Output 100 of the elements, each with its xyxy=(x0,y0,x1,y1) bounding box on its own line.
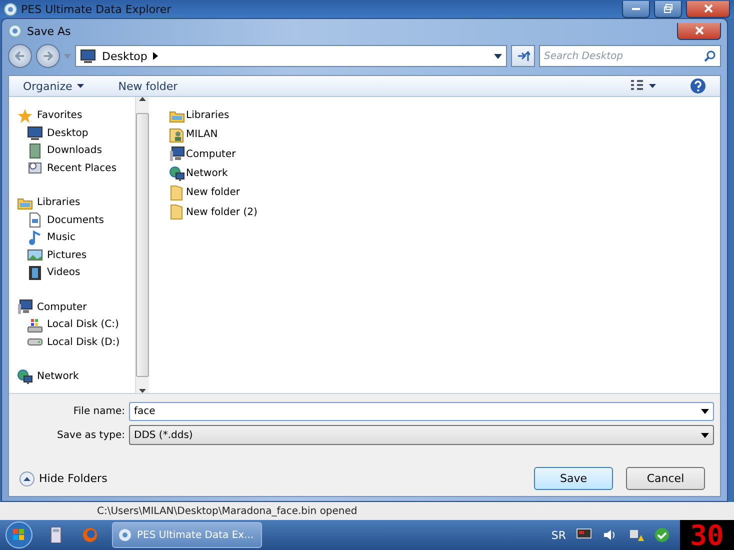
minimize-button[interactable] xyxy=(622,0,650,18)
dialog-title: Save As xyxy=(27,24,72,38)
close-icon xyxy=(704,4,712,13)
network-globe-icon xyxy=(169,166,185,182)
refresh-button[interactable] xyxy=(511,45,535,67)
chevron-right-icon xyxy=(153,52,158,60)
nav-label: Music xyxy=(47,232,76,244)
nav-label: Desktop xyxy=(47,128,88,139)
app-icon xyxy=(4,2,17,16)
nav-item[interactable]: Local Disk (C:) xyxy=(17,316,135,334)
file-name-field[interactable]: face xyxy=(129,402,714,421)
field-label: Save as type: xyxy=(56,430,125,440)
nav-label: Favorites xyxy=(37,110,82,122)
search-field[interactable]: Search Desktop xyxy=(539,45,721,67)
music-note-icon xyxy=(27,230,43,246)
file-item[interactable]: New folder (2) xyxy=(169,202,720,222)
scroll-thumb[interactable] xyxy=(136,113,149,377)
nav-item[interactable]: Desktop xyxy=(17,124,135,142)
system-drive-icon xyxy=(27,316,43,333)
nav-label: Network xyxy=(37,371,79,382)
file-type-dropdown[interactable]: DDS (*.dds) xyxy=(129,425,714,445)
app-icon xyxy=(118,528,132,542)
close-button[interactable] xyxy=(677,22,721,40)
down-arrow-icon xyxy=(139,389,146,393)
star-icon xyxy=(17,108,33,124)
caret-icon xyxy=(701,409,709,414)
nav-label: Libraries xyxy=(37,197,80,208)
app-icon xyxy=(8,24,22,38)
close-icon xyxy=(694,26,704,35)
language-indicator[interactable]: SR xyxy=(551,528,566,542)
caret-icon xyxy=(64,54,71,58)
nav-label: Documents xyxy=(47,214,104,226)
check-circle-icon xyxy=(654,527,670,543)
start-button-icon xyxy=(4,520,34,550)
network-warning-icon xyxy=(628,528,644,542)
status-text: C:\Users\MILAN\Desktop\Maradona_face.bin opened xyxy=(97,506,358,516)
nav-label: Pictures xyxy=(47,250,87,261)
caret-icon xyxy=(649,84,656,88)
up-arrow-icon xyxy=(139,97,146,101)
field-label: File name: xyxy=(72,406,125,417)
nav-item[interactable]: Music xyxy=(17,229,135,246)
document-icon xyxy=(27,212,43,228)
computer-icon xyxy=(17,299,33,316)
recent-places-icon xyxy=(27,160,43,176)
folder-icon xyxy=(169,184,185,201)
file-item[interactable]: Computer xyxy=(169,144,720,164)
nav-item[interactable]: Local Disk (D:) xyxy=(17,334,135,351)
nav-label: Videos xyxy=(47,267,80,278)
right-arrow-icon xyxy=(43,51,53,61)
help-icon xyxy=(690,78,706,94)
nav-label: Local Disk (D:) xyxy=(47,336,120,348)
file-item[interactable]: Network xyxy=(169,164,720,184)
close-button[interactable] xyxy=(686,0,730,18)
nav-label: Computer xyxy=(37,302,87,313)
monitor-icon xyxy=(27,125,43,142)
refresh-arrows-icon xyxy=(516,50,530,62)
user-folder-icon xyxy=(169,126,185,143)
dialog-button[interactable]: Cancel xyxy=(626,467,705,490)
nav-label: Recent Places xyxy=(47,162,117,174)
folder-icon xyxy=(169,204,185,220)
file-name: Network xyxy=(186,168,228,180)
search-icon xyxy=(704,50,716,62)
file-name: New folder xyxy=(186,187,240,198)
scrollbar[interactable] xyxy=(135,97,149,393)
toolbar-button[interactable]: Organize xyxy=(19,78,88,94)
nav-item[interactable]: Videos xyxy=(17,264,135,282)
caret-icon xyxy=(494,54,502,58)
left-arrow-icon xyxy=(15,51,25,61)
computer-icon xyxy=(169,146,185,162)
nav-item[interactable]: Documents xyxy=(17,212,135,229)
file-name: New folder (2) xyxy=(186,206,258,218)
file-item[interactable]: MILAN xyxy=(169,125,720,145)
file-item[interactable]: Libraries xyxy=(169,106,720,126)
file-name: Computer xyxy=(186,148,236,160)
nav-item[interactable]: Downloads xyxy=(17,142,135,160)
nav-item[interactable]: Computer xyxy=(17,298,135,316)
file-name: Libraries xyxy=(186,110,230,122)
file-name: MILAN xyxy=(186,129,218,140)
breadcrumb[interactable]: Desktop xyxy=(102,50,148,62)
nav-item[interactable]: Pictures xyxy=(17,246,135,264)
nav-label: Local Disk (C:) xyxy=(47,319,119,330)
nav-item[interactable]: Recent Places xyxy=(17,160,135,177)
monitor-icon xyxy=(80,48,96,64)
counter-text: 30 xyxy=(690,518,724,550)
nav-item[interactable]: Libraries xyxy=(17,194,135,212)
forward-button[interactable] xyxy=(36,44,60,68)
caret-icon xyxy=(701,432,709,438)
toolbar-button[interactable]: New folder xyxy=(114,78,182,94)
nav-item[interactable]: Favorites xyxy=(17,107,135,124)
file-item[interactable]: New folder xyxy=(169,183,720,202)
address-bar[interactable]: Desktop xyxy=(75,45,507,67)
drive-icon xyxy=(27,338,43,346)
dialog-button[interactable]: Save xyxy=(534,467,613,490)
nav-item[interactable]: Network xyxy=(17,368,135,386)
film-icon xyxy=(27,264,43,281)
restore-icon xyxy=(664,4,672,13)
hide-folders-button[interactable]: Hide Folders xyxy=(19,470,108,486)
restore-button[interactable] xyxy=(654,0,682,18)
back-button[interactable] xyxy=(8,44,32,68)
window-title: PES Ultimate Data Explorer xyxy=(21,2,172,16)
